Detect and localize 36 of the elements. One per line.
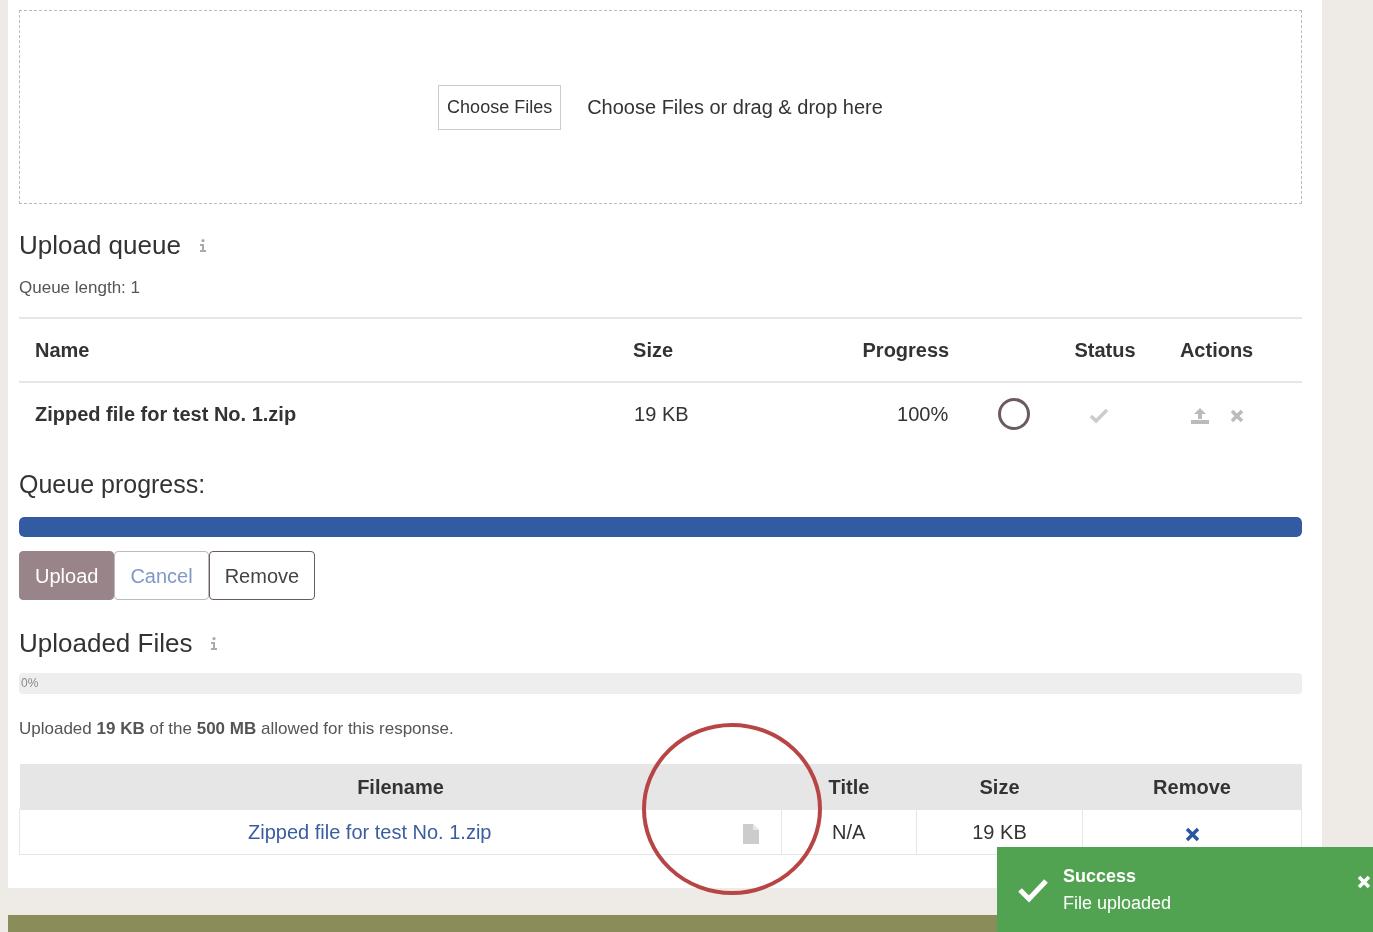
file-link[interactable]: Zipped file for test No. 1.zip [248,821,492,844]
choose-files-button[interactable]: Choose Files [438,84,562,130]
toast-title: Success [1063,864,1138,888]
drop-hint: Choose Files or drag & drop here [587,95,883,120]
column-header: Name [35,338,90,361]
file-title: N/A [832,821,866,844]
spinner-icon [997,397,1032,432]
drop-zone[interactable]: Choose Files Choose Files or drag & drop here [19,10,1302,204]
file-icon [741,823,760,846]
toast-message: File uploaded [1063,891,1172,915]
column-header: Status [1074,338,1136,361]
info-icon[interactable] [198,239,207,253]
section-title: Upload queue [19,230,181,262]
action-button[interactable]: Remove [208,551,316,601]
close-icon[interactable] [1229,408,1244,423]
file-size: 19 KB [634,403,689,426]
column-header: Remove [1153,775,1231,798]
column-header: Title [828,775,870,798]
column-header: Size [979,775,1020,798]
file-size: 19 KB [972,821,1027,844]
column-header: Filename [357,775,444,798]
check-icon [1089,407,1110,424]
action-button[interactable]: Upload [19,551,115,601]
progress-label: Queue progress: [19,468,207,500]
queue-length: Queue length: 1 [19,277,141,300]
remove-icon[interactable] [1184,826,1200,842]
file-name: Zipped file for test No. 1.zip [35,403,297,426]
progress-percent: 0% [21,675,39,692]
progress-value: 100% [897,403,949,426]
upload-summary: Uploaded 19 KB of the 500 MB allowed for this response. [19,718,455,741]
column-header: Size [633,338,674,361]
upload-icon[interactable] [1189,406,1210,425]
info-icon[interactable] [210,637,219,651]
column-header: Progress [862,338,950,361]
section-title: Uploaded Files [19,628,193,660]
column-header: Actions [1179,338,1254,361]
